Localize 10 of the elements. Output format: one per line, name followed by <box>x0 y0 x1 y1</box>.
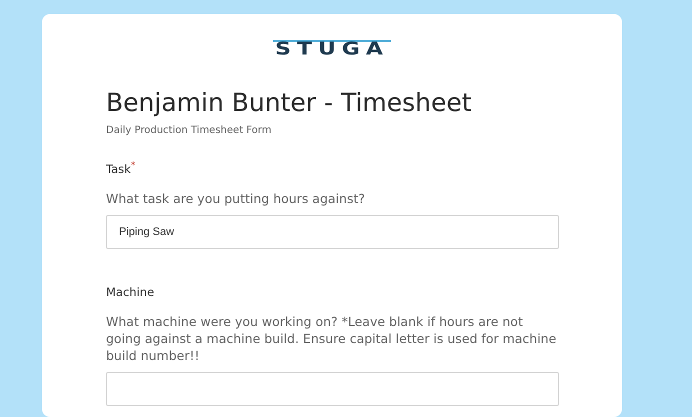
question-label: Machine <box>106 285 154 299</box>
form-title: Benjamin Bunter - Timesheet <box>106 88 473 117</box>
question-description: What task are you putting hours against? <box>106 190 366 207</box>
input-field[interactable] <box>106 372 559 406</box>
question-label: Task <box>106 162 131 176</box>
form-subtitle: Daily Production Timesheet Form <box>106 125 272 136</box>
logo: STUGA <box>273 40 391 58</box>
question-description: What machine were you working on? *Leave blank if hours are not going against a machine build. Ensure capital letter is used for machine build number!! <box>106 313 558 364</box>
input-field[interactable]: Piping Saw <box>106 215 559 249</box>
required-mark: * <box>130 162 136 171</box>
